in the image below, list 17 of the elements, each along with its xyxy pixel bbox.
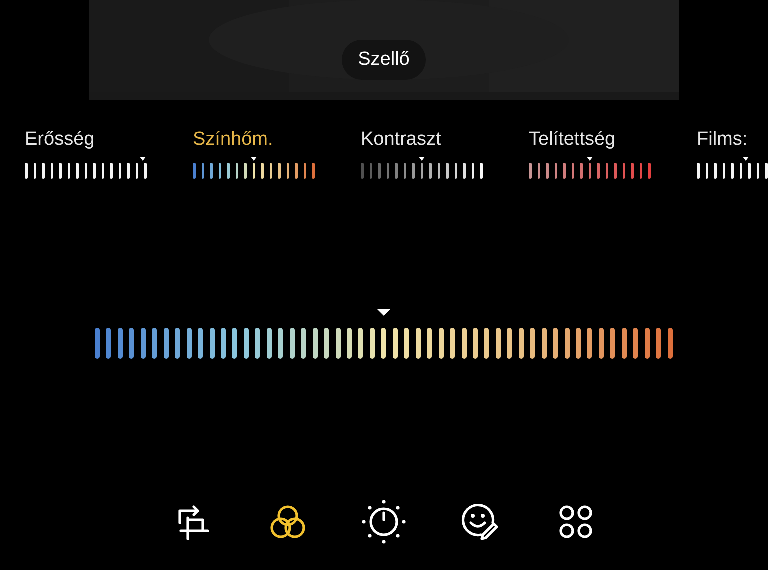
mini-slider[interactable] (193, 157, 315, 179)
mini-slider[interactable] (529, 157, 651, 179)
slider-marker[interactable] (377, 309, 391, 316)
adjustment-tab[interactable]: Színhőm. (193, 128, 315, 152)
adjustment-tab[interactable]: Telítettség (529, 128, 651, 152)
dial-icon (361, 499, 407, 545)
filter-name-label: Szellő (342, 40, 426, 80)
mini-slider[interactable] (25, 157, 147, 179)
temperature-slider[interactable] (95, 309, 673, 359)
smiley-pencil-icon (459, 501, 501, 543)
mini-slider[interactable] (361, 157, 483, 179)
adjustment-tab[interactable]: Erősség (25, 128, 147, 152)
adjustment-tab[interactable]: Films: (697, 128, 768, 152)
four-circles-icon (557, 503, 595, 541)
overlapping-circles-icon (268, 503, 308, 541)
toolbar-button[interactable] (361, 499, 407, 545)
adjustment-tab[interactable]: Kontraszt (361, 128, 483, 152)
